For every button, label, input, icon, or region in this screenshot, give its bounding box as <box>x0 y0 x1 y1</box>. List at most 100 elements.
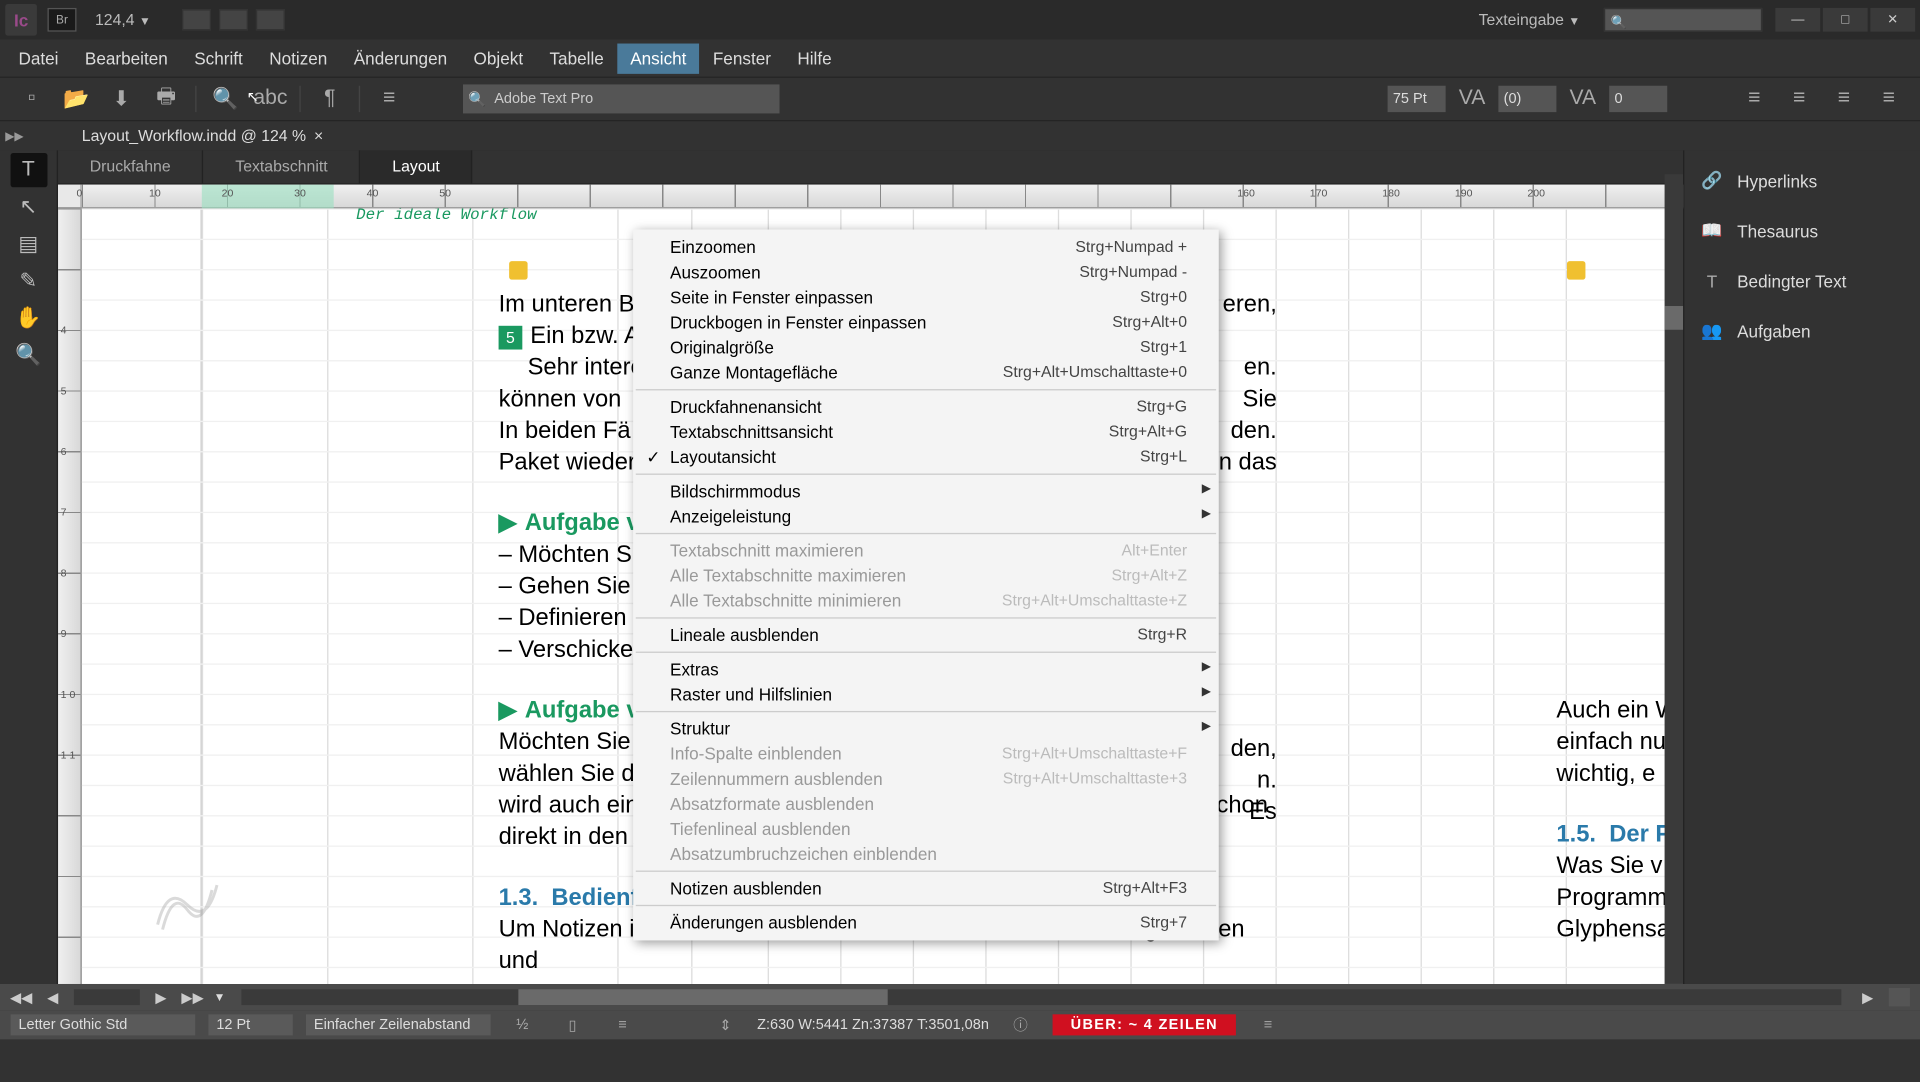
align-justify-icon[interactable]: ≡ <box>1870 83 1907 115</box>
menu-notizen[interactable]: Notizen <box>256 43 341 73</box>
watermark-icon <box>135 865 241 944</box>
search-icon: 🔍 <box>468 90 486 107</box>
paragraph-icon[interactable]: ¶ <box>311 83 348 115</box>
note-anchor-icon[interactable] <box>1567 259 1585 283</box>
menu-item[interactable]: Änderungen ausblendenStrg+7 <box>633 910 1219 935</box>
scroll-right-button[interactable]: ▶ <box>1857 988 1878 1006</box>
panel-thesaurus[interactable]: 📖Thesaurus <box>1684 206 1920 256</box>
menu-item: Info-Spalte einblendenStrg+Alt+Umschaltt… <box>633 741 1219 766</box>
find-icon[interactable]: 🔍 <box>207 83 244 115</box>
column-icon[interactable]: ▯ <box>554 1009 591 1041</box>
maximize-button[interactable]: □ <box>1823 8 1868 32</box>
note-anchor-icon[interactable] <box>509 259 527 283</box>
close-tab-icon[interactable]: × <box>314 127 323 145</box>
info-icon[interactable]: ⓘ <box>1002 1009 1039 1041</box>
font-name-input[interactable]: 🔍 Adobe Text Pro <box>463 84 780 113</box>
first-page-button[interactable]: ◀◀ <box>11 988 32 1006</box>
menu-item[interactable]: Notizen ausblendenStrg+Alt+F3 <box>633 876 1219 901</box>
panel-bedingter text[interactable]: TBedingter Text <box>1684 256 1920 306</box>
right-panels: 🔗Hyperlinks📖ThesaurusTBedingter Text👥Auf… <box>1683 150 1920 984</box>
hand-tool-alt[interactable]: ↖ <box>10 190 47 224</box>
menu-änderungen[interactable]: Änderungen <box>341 43 461 73</box>
size-display[interactable]: 12 Pt <box>208 1014 292 1035</box>
new-doc-icon[interactable]: ▫ <box>13 83 50 115</box>
menu-item: Tiefenlineal ausblenden <box>633 816 1219 841</box>
menu-item[interactable]: Extras <box>633 657 1219 682</box>
open-icon[interactable]: 📂 <box>58 83 95 115</box>
menu-item[interactable]: Druckbogen in Fenster einpassenStrg+Alt+… <box>633 310 1219 335</box>
align-icon[interactable]: ≡ <box>604 1009 641 1041</box>
align-center-icon[interactable]: ≡ <box>1781 83 1818 115</box>
document-tab[interactable]: Layout_Workflow.indd @ 124 % × <box>71 123 334 149</box>
menu-item[interactable]: Anzeigeleistung <box>633 504 1219 529</box>
zoom-tool[interactable]: 🔍 <box>10 338 47 372</box>
panel-aufgaben[interactable]: 👥Aufgaben <box>1684 306 1920 356</box>
line-spacing-display[interactable]: Einfacher Zeilenabstand <box>306 1014 491 1035</box>
search-input[interactable]: 🔍 <box>1604 8 1762 32</box>
zoom-level[interactable]: 124,4 ▼ <box>87 8 159 32</box>
titlebar: Ic Br 124,4 ▼ Texteingabe ▼ 🔍 — □ ✕ <box>0 0 1920 40</box>
change-marker[interactable]: 5 <box>499 326 523 350</box>
eyedropper-tool[interactable]: ✎ <box>10 264 47 298</box>
vertical-ruler[interactable]: 4567891 01 1 <box>58 208 82 984</box>
view-options-3[interactable] <box>256 9 285 30</box>
mode-selector[interactable]: Texteingabe ▼ <box>1468 8 1591 32</box>
horizontal-ruler[interactable]: 01020304050160170180190200 <box>82 185 1683 209</box>
menu-item[interactable]: Seite in Fenster einpassenStrg+0 <box>633 285 1219 310</box>
menu-item[interactable]: EinzoomenStrg+Numpad + <box>633 235 1219 260</box>
measure-icon[interactable]: ⇕ <box>707 1009 744 1041</box>
menu-item[interactable]: OriginalgrößeStrg+1 <box>633 335 1219 360</box>
menu-ansicht[interactable]: Ansicht <box>617 43 700 73</box>
align-right-icon[interactable]: ≡ <box>1825 83 1862 115</box>
menu-item[interactable]: Bildschirmmodus <box>633 479 1219 504</box>
menu-bearbeiten[interactable]: Bearbeiten <box>72 43 181 73</box>
menu-item[interactable]: TextabschnittsansichtStrg+Alt+G <box>633 419 1219 444</box>
view-tabs: DruckfahneTextabschnittLayout <box>58 150 1683 184</box>
panel-hyperlinks[interactable]: 🔗Hyperlinks <box>1684 156 1920 206</box>
hand-tool[interactable]: ✋ <box>10 301 47 335</box>
menu-item[interactable]: Ganze MontageflächeStrg+Alt+Umschalttast… <box>633 360 1219 385</box>
minimize-button[interactable]: — <box>1775 8 1820 32</box>
font-size-input[interactable]: 75 Pt <box>1388 86 1446 112</box>
menu-objekt[interactable]: Objekt <box>460 43 536 73</box>
view-tab[interactable]: Layout <box>361 150 473 183</box>
note-tool[interactable]: ▤ <box>10 227 47 261</box>
menu-item: Zeilennummern ausblendenStrg+Alt+Umschal… <box>633 766 1219 791</box>
menu-icon[interactable]: ≡ <box>1250 1009 1287 1041</box>
align-left-icon[interactable]: ≡ <box>1736 83 1773 115</box>
close-button[interactable]: ✕ <box>1870 8 1915 32</box>
menu-schrift[interactable]: Schrift <box>181 43 256 73</box>
text-tool[interactable]: T <box>10 153 47 187</box>
view-options-2[interactable] <box>219 9 248 30</box>
last-page-button[interactable]: ▶▶ <box>182 988 203 1006</box>
layout-view-icon[interactable] <box>1889 988 1910 1006</box>
menu-item[interactable]: LayoutansichtStrg+L <box>633 445 1219 470</box>
menu-icon[interactable]: ≡ <box>371 83 408 115</box>
overflow-warning: ÜBER: ~ 4 ZEILEN <box>1052 1014 1236 1035</box>
vertical-scrollbar[interactable] <box>1665 208 1683 984</box>
menu-item[interactable]: Lineale ausblendenStrg+R <box>633 623 1219 648</box>
horizontal-scrollbar[interactable] <box>241 989 1841 1005</box>
menu-item[interactable]: AuszoomenStrg+Numpad - <box>633 260 1219 285</box>
menu-hilfe[interactable]: Hilfe <box>784 43 845 73</box>
menu-item[interactable]: Raster und Hilfslinien <box>633 682 1219 707</box>
menu-item[interactable]: Struktur <box>633 716 1219 741</box>
print-icon[interactable]: 🖶 <box>148 83 185 115</box>
bridge-icon[interactable]: Br <box>47 8 76 32</box>
menu-fenster[interactable]: Fenster <box>700 43 785 73</box>
next-page-button[interactable]: ▶ <box>150 988 171 1006</box>
kerning-input[interactable]: (0) <box>1498 86 1556 112</box>
body-text: den. <box>1216 414 1277 446</box>
save-icon[interactable]: ⬇ <box>103 83 140 115</box>
menu-item[interactable]: DruckfahnenansichtStrg+G <box>633 394 1219 419</box>
menu-datei[interactable]: Datei <box>5 43 71 73</box>
font-display[interactable]: Letter Gothic Std <box>11 1014 196 1035</box>
format-icon[interactable]: ½ <box>504 1009 541 1041</box>
tracking-input[interactable]: 0 <box>1609 86 1667 112</box>
view-tab[interactable]: Druckfahne <box>58 150 204 183</box>
prev-page-button[interactable]: ◀ <box>42 988 63 1006</box>
view-options-1[interactable] <box>182 9 211 30</box>
bottombar: Letter Gothic Std 12 Pt Einfacher Zeilen… <box>0 1010 1920 1039</box>
view-tab[interactable]: Textabschnitt <box>204 150 361 183</box>
menu-tabelle[interactable]: Tabelle <box>536 43 617 73</box>
